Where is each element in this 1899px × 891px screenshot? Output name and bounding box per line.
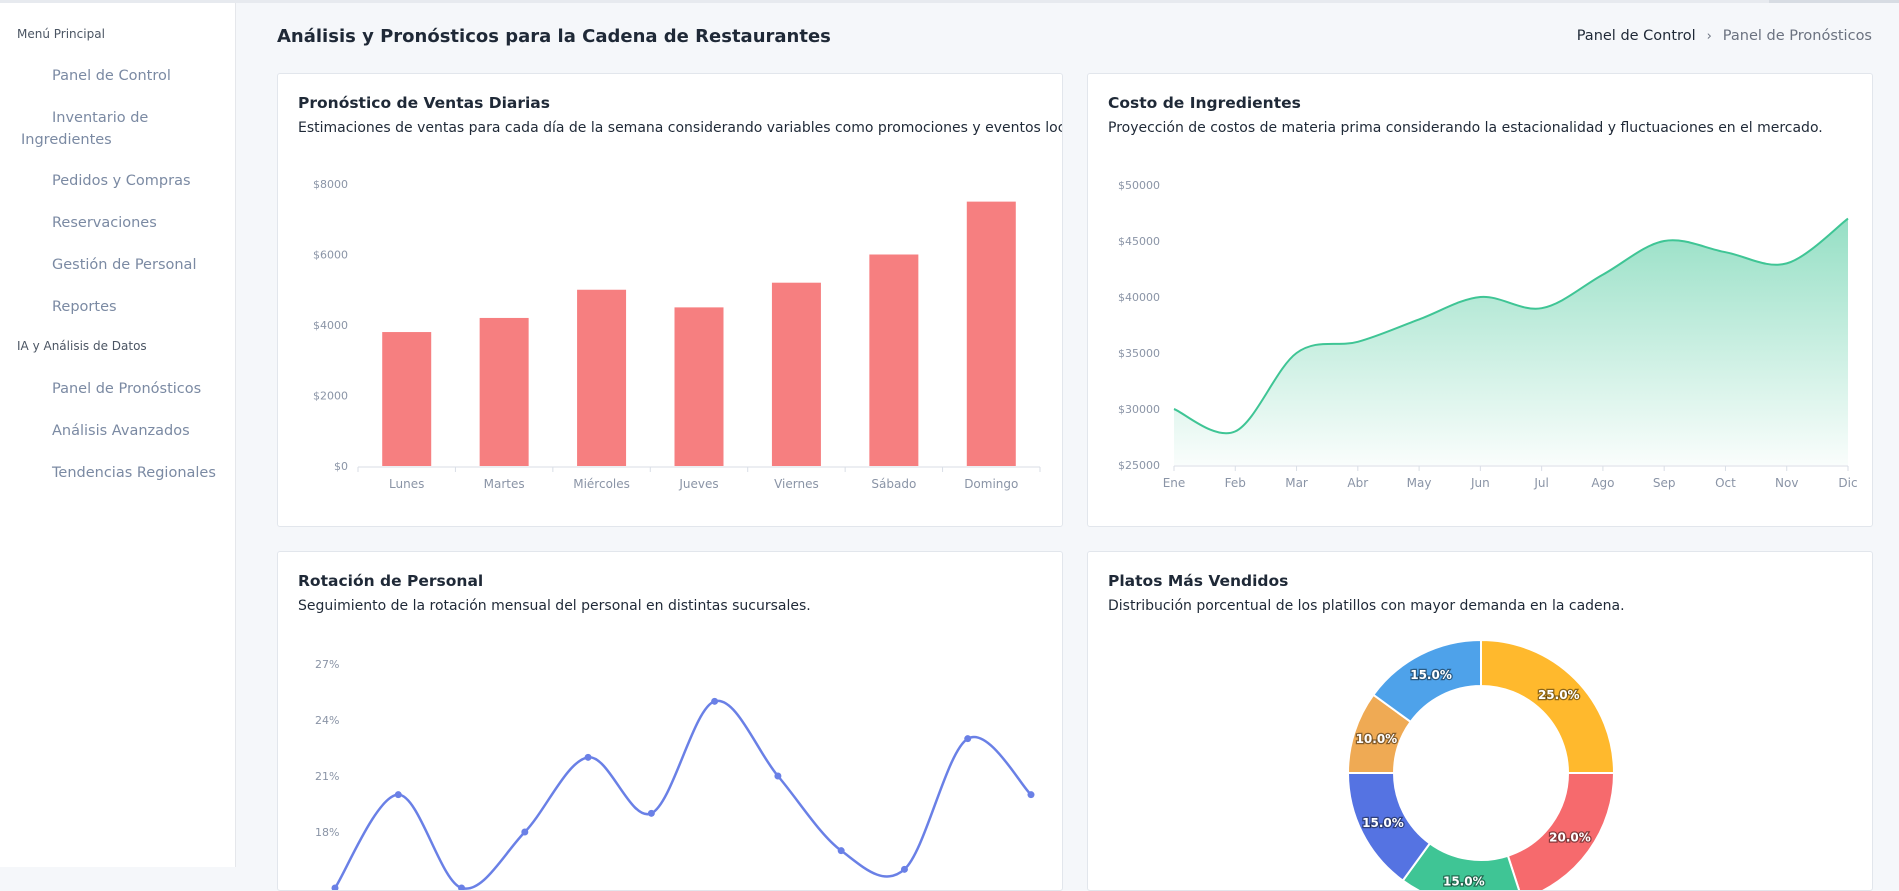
x-tick-label: Mar <box>1285 476 1308 490</box>
card-platos-mas-vendidos: Platos Más Vendidos Distribución porcent… <box>1087 551 1873 891</box>
x-tick-label: Oct <box>1715 476 1736 490</box>
x-tick-label: Miércoles <box>573 477 630 491</box>
y-tick-label: $50000 <box>1118 179 1160 192</box>
slice-label: 10.0% <box>1356 732 1398 746</box>
breadcrumb-root-link[interactable]: Panel de Control <box>1577 28 1696 44</box>
x-tick-label: Ene <box>1163 476 1186 490</box>
x-tick-label: Lunes <box>389 477 424 491</box>
chevron-right-icon: › <box>1707 29 1712 44</box>
sidebar-section-title-ia: IA y Análisis de Datos <box>17 339 147 353</box>
bar <box>382 332 431 466</box>
data-point <box>1028 791 1035 798</box>
y-tick-label: $0 <box>334 460 348 473</box>
bar <box>772 283 821 466</box>
data-point <box>838 847 845 854</box>
sidebar-item-tendencias-regionales[interactable]: Tendencias Regionales <box>52 462 216 484</box>
slice-label: 20.0% <box>1549 831 1591 845</box>
data-point <box>774 773 781 780</box>
x-tick-label: Sep <box>1653 476 1676 490</box>
y-tick-label: $8000 <box>313 178 348 191</box>
slice-label: 15.0% <box>1443 875 1485 889</box>
x-tick-label: Domingo <box>964 477 1018 491</box>
y-tick-label: $45000 <box>1118 235 1160 248</box>
donut-slice <box>1481 640 1614 773</box>
sidebar-item-reservaciones[interactable]: Reservaciones <box>52 212 157 234</box>
card-costo-ingredientes: Costo de Ingredientes Proyección de cost… <box>1087 73 1873 527</box>
page-title: Análisis y Pronósticos para la Cadena de… <box>277 26 831 47</box>
bar <box>675 307 724 466</box>
top-tab-indicator <box>1769 0 1899 3</box>
data-point <box>585 754 592 761</box>
x-tick-label: Abr <box>1347 476 1368 490</box>
sidebar-item-gestion-personal[interactable]: Gestión de Personal <box>52 254 196 276</box>
data-point <box>395 791 402 798</box>
top-dishes-donut-chart: 25.0% 20.0% 15.0% 15.0% 10.0% 15.0% <box>1088 552 1873 891</box>
x-tick-label: Jul <box>1533 476 1548 490</box>
y-tick-label: $35000 <box>1118 347 1160 360</box>
x-tick-label: Dic <box>1838 476 1857 490</box>
area-fill <box>1174 219 1848 465</box>
sidebar-item-pedidos[interactable]: Pedidos y Compras <box>52 170 191 192</box>
sidebar: Menú Principal Panel de Control Inventar… <box>0 3 236 867</box>
x-tick-label: May <box>1407 476 1432 490</box>
x-tick-label: Ago <box>1591 476 1614 490</box>
slice-label: 15.0% <box>1410 668 1452 682</box>
y-tick-label: $2000 <box>313 390 348 403</box>
y-tick-label: $25000 <box>1118 459 1160 472</box>
y-tick-label: $30000 <box>1118 403 1160 416</box>
data-point <box>648 810 655 817</box>
y-tick-label: $40000 <box>1118 291 1160 304</box>
sidebar-item-analisis-avanzados[interactable]: Análisis Avanzados <box>52 420 190 442</box>
card-rotacion-personal: Rotación de Personal Seguimiento de la r… <box>277 551 1063 891</box>
x-tick-label: Nov <box>1775 476 1798 490</box>
slice-label: 25.0% <box>1538 688 1580 702</box>
ingredient-cost-area-chart: $25000 $30000 $35000 $40000 $45000 $50000 Ene F… <box>1088 74 1873 527</box>
bar <box>967 202 1016 466</box>
y-tick-label: 21% <box>315 770 339 783</box>
x-tick-label: Sábado <box>871 477 916 491</box>
sidebar-item-inventario[interactable]: Inventario de Ingredientes <box>21 107 201 151</box>
card-ventas-diarias: Pronóstico de Ventas Diarias Estimacione… <box>277 73 1063 527</box>
data-point <box>964 735 971 742</box>
sidebar-item-reportes[interactable]: Reportes <box>52 296 117 318</box>
sales-bar-chart: $0 $2000 $4000 $6000 $8000 Lunes Martes Miércol… <box>278 74 1063 527</box>
bar <box>869 255 918 467</box>
data-point <box>521 829 528 836</box>
staff-rotation-line-chart: 18% 21% 24% 27% <box>278 552 1063 891</box>
y-tick-label: 27% <box>315 658 339 671</box>
y-tick-label: $4000 <box>313 319 348 332</box>
window-top-border <box>0 0 1899 3</box>
y-tick-label: 24% <box>315 714 339 727</box>
breadcrumb-current: Panel de Pronósticos <box>1723 28 1872 44</box>
x-tick-label: Feb <box>1225 476 1246 490</box>
data-point <box>711 698 718 705</box>
slice-label: 15.0% <box>1362 816 1404 830</box>
sidebar-item-panel-pronosticos[interactable]: Panel de Pronósticos <box>52 378 201 400</box>
bar <box>480 318 529 466</box>
series-line <box>335 701 1031 889</box>
x-tick-label: Jun <box>1470 476 1490 490</box>
x-tick-label: Viernes <box>774 477 819 491</box>
y-tick-label: $6000 <box>313 249 348 262</box>
breadcrumb: Panel de Control › Panel de Pronósticos <box>1577 28 1872 44</box>
sidebar-item-panel-de-control[interactable]: Panel de Control <box>52 65 171 87</box>
sidebar-section-title-main: Menú Principal <box>17 27 105 41</box>
x-tick-label: Martes <box>484 477 525 491</box>
bar <box>577 290 626 466</box>
y-tick-label: 18% <box>315 826 339 839</box>
x-tick-label: Jueves <box>678 477 718 491</box>
